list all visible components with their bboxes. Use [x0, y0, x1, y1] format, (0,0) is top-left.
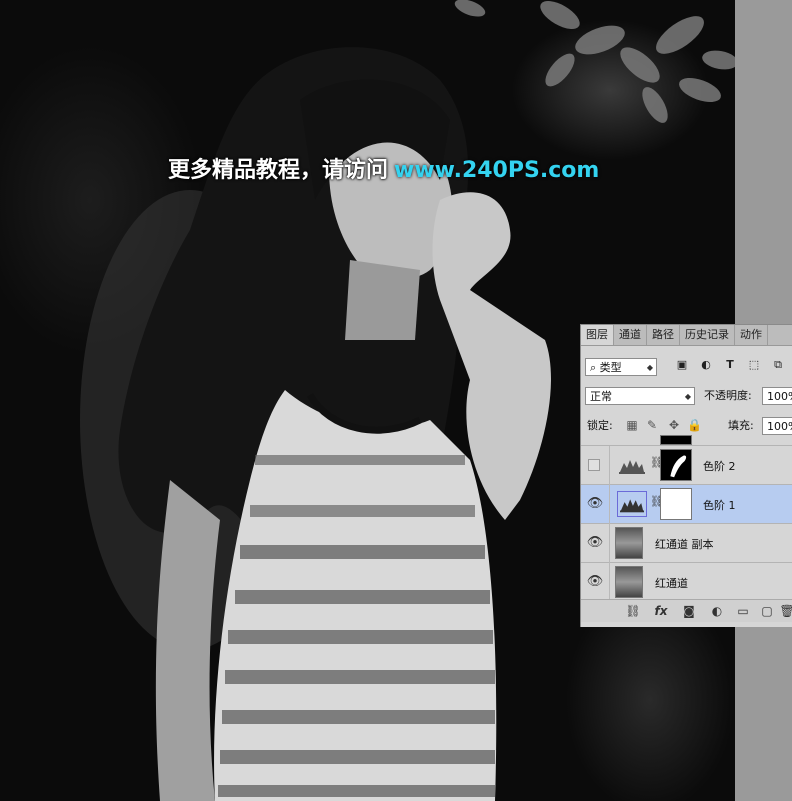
panel-footer: ⛓ fx ◙ ◐ ▭ ▢ 🗑 [581, 599, 792, 622]
filter-kind-value: 类型 [599, 361, 622, 374]
layer-levels-1[interactable]: 👁 ⛓ 色阶 1 [581, 485, 792, 524]
blend-mode-select[interactable]: 正常 ◆ [585, 387, 695, 405]
lock-brush-icon[interactable]: ✎ [645, 418, 659, 432]
mask-thumbnail[interactable] [660, 488, 692, 520]
fill-label: 填充: [728, 419, 754, 432]
add-mask-icon[interactable]: ◙ [681, 603, 697, 619]
new-adjustment-icon[interactable]: ◐ [709, 603, 725, 619]
search-icon: ⌕ [590, 361, 597, 374]
layer-name: 红通道 副本 [655, 538, 714, 551]
eye-icon[interactable]: 👁 [585, 573, 605, 591]
select-arrow-icon: ◆ [646, 363, 653, 372]
watermark: 更多精品教程，请访问 www.240PS.com [168, 152, 599, 184]
image-filter-icon[interactable]: ▣ [675, 358, 689, 372]
lock-label: 锁定: [587, 419, 613, 432]
fx-icon[interactable]: fx [653, 603, 669, 619]
blend-row: 正常 ◆ 不透明度: 100% [581, 387, 792, 407]
levels-adjustment-icon [619, 460, 645, 474]
mask-thumbnail-partial [660, 435, 692, 445]
new-layer-icon[interactable]: ▢ [759, 603, 775, 619]
opacity-input[interactable]: 100% [762, 387, 792, 405]
layer-name: 色阶 1 [703, 499, 736, 512]
layer-name: 红通道 [655, 577, 688, 590]
adjustment-filter-icon[interactable]: ◐ [699, 358, 713, 372]
eye-icon[interactable]: 👁 [585, 534, 605, 552]
tab-channels[interactable]: 通道 [614, 325, 647, 345]
watermark-text: 更多精品教程，请访问 [168, 158, 389, 183]
opacity-value: 100% [767, 390, 792, 403]
new-group-icon[interactable]: ▭ [735, 603, 751, 619]
filter-kind-select[interactable]: ⌕ 类型 ◆ [585, 358, 657, 376]
mask-thumbnail[interactable] [660, 449, 692, 481]
tab-actions[interactable]: 动作 [735, 325, 768, 345]
divider [609, 446, 610, 485]
layer-red-channel[interactable]: 👁 红通道 [581, 563, 792, 599]
fill-value: 100% [767, 420, 792, 433]
layers-panel: 图层 通道 路径 历史记录 动作 ⌕ 类型 ◆ ▣ ◐ T ⬚ ⧉ 正常 ◆ 不… [580, 324, 792, 627]
fill-input[interactable]: 100% [762, 417, 792, 435]
divider [609, 485, 610, 524]
shape-filter-icon[interactable]: ⬚ [747, 358, 761, 372]
tab-layers[interactable]: 图层 [581, 325, 614, 345]
lock-position-icon[interactable]: ✥ [667, 418, 681, 432]
layer-red-channel-copy[interactable]: 👁 红通道 副本 [581, 524, 792, 563]
layer-thumbnail [615, 527, 643, 559]
divider [609, 563, 610, 599]
layer-name: 色阶 2 [703, 460, 736, 473]
lock-row: 锁定: ▦ ✎ ✥ 🔒 填充: 100% [581, 417, 792, 437]
eye-icon[interactable]: 👁 [585, 495, 605, 513]
delete-icon[interactable]: 🗑 [779, 603, 792, 619]
levels-adjustment-icon [617, 491, 647, 517]
tab-history[interactable]: 历史记录 [680, 325, 735, 345]
watermark-url: www.240PS.com [394, 158, 600, 183]
select-arrow-icon: ◆ [684, 392, 691, 401]
blend-mode-value: 正常 [590, 390, 612, 403]
layers-list[interactable]: ⛓ 色阶 2 👁 ⛓ 色阶 1 👁 红通道 副本 👁 红通道 [581, 435, 792, 599]
tab-paths[interactable]: 路径 [647, 325, 680, 345]
leaves [454, 0, 735, 123]
visibility-toggle[interactable] [588, 459, 600, 471]
layer-thumbnail [615, 566, 643, 598]
panel-tabs: 图层 通道 路径 历史记录 动作 [581, 325, 792, 346]
opacity-label: 不透明度: [704, 389, 752, 402]
link-icon[interactable]: ⛓ [625, 603, 641, 619]
lock-all-icon[interactable]: 🔒 [687, 418, 702, 432]
layer-filter-row: ⌕ 类型 ◆ ▣ ◐ T ⬚ ⧉ [581, 356, 792, 378]
divider [609, 524, 610, 563]
smart-object-filter-icon[interactable]: ⧉ [771, 358, 785, 372]
type-filter-icon[interactable]: T [723, 358, 737, 372]
layer-levels-2[interactable]: ⛓ 色阶 2 [581, 446, 792, 485]
lock-transparent-icon[interactable]: ▦ [625, 418, 639, 432]
